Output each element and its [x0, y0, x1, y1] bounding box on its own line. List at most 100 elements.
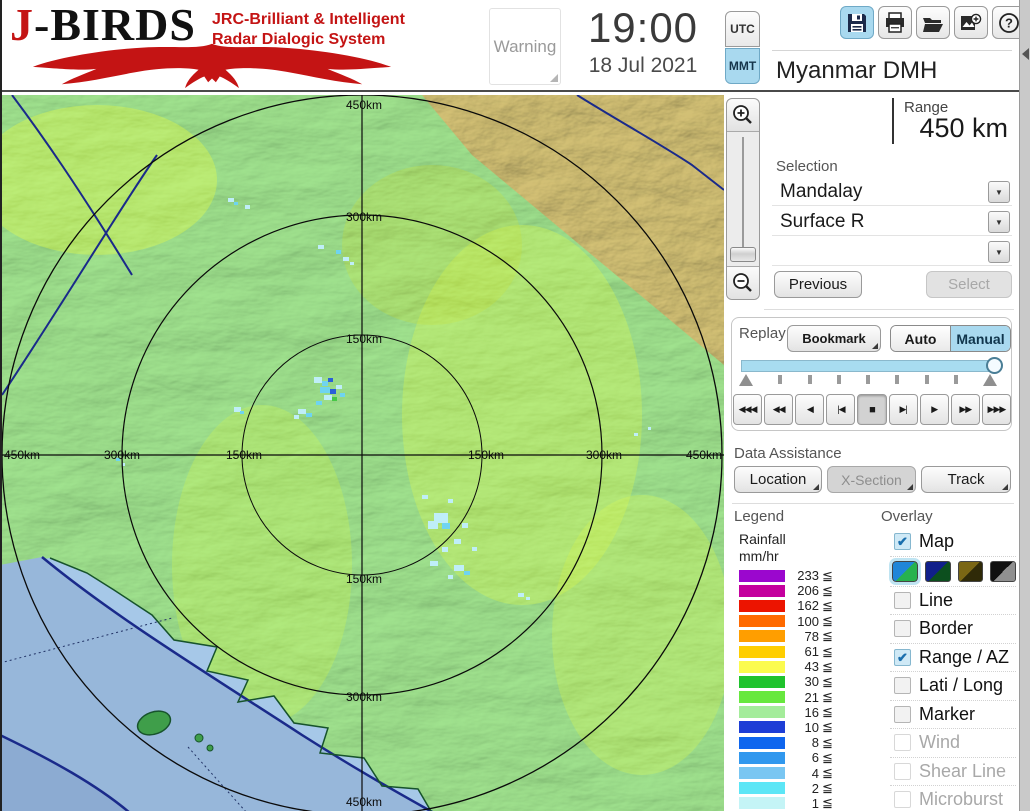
svg-text:150km: 150km [468, 448, 504, 462]
bookmark-button[interactable]: Bookmark [787, 325, 881, 352]
checkbox[interactable] [894, 677, 911, 694]
product-dropdown[interactable]: Surface R ▼ [772, 209, 1012, 236]
checkbox-checked[interactable]: ✔ [894, 649, 911, 666]
product-dropdown-value: Surface R [780, 211, 864, 233]
map-style-4[interactable] [990, 561, 1016, 582]
legend-operator: ≦ [822, 780, 833, 796]
zoom-out-icon [731, 271, 755, 295]
legend-value: 30 [791, 674, 819, 689]
overlay-item-map[interactable]: ✔ Map [890, 528, 1016, 557]
overlay-item-border[interactable]: Border [890, 615, 1016, 644]
legend-entry: 4≦ [739, 765, 859, 780]
checkbox[interactable] [894, 592, 911, 609]
playback-forward-triple-button[interactable]: ▶▶▶ [982, 394, 1011, 425]
track-button[interactable]: Track [921, 466, 1011, 493]
checkbox-checked[interactable]: ✔ [894, 533, 911, 550]
map-style-1[interactable] [892, 561, 918, 582]
zoom-slider-handle[interactable] [730, 247, 756, 262]
legend-operator: ≦ [822, 674, 833, 690]
legend-value: 100 [791, 614, 819, 629]
site-dropdown[interactable]: Mandalay ▼ [772, 179, 1012, 206]
legend-swatch [739, 570, 785, 582]
legend-operator: ≦ [822, 765, 833, 781]
legend-entry: 233≦ [739, 568, 859, 583]
add-image-button[interactable] [954, 6, 988, 39]
open-folder-icon [921, 12, 945, 34]
map-style-3[interactable] [958, 561, 984, 582]
select-button[interactable]: Select [926, 271, 1012, 298]
location-button[interactable]: Location [734, 466, 822, 493]
manual-mode-button[interactable]: Manual [950, 326, 1010, 351]
radar-map[interactable]: 450km300km150km150km300km450km450km300km… [2, 95, 724, 811]
slider-tick [866, 375, 870, 384]
mmt-toggle-button[interactable]: MMT [725, 48, 760, 84]
panel-edge-strip[interactable] [1019, 0, 1030, 811]
overlay-item-label: Map [919, 531, 954, 552]
legend-entry: 162≦ [739, 598, 859, 613]
overlay-item-line[interactable]: Line [890, 587, 1016, 616]
divider [764, 309, 1014, 310]
legend-operator: ≦ [822, 735, 833, 751]
zoom-out-button[interactable] [727, 266, 759, 299]
svg-text:150km: 150km [346, 572, 382, 586]
legend-value: 162 [791, 598, 819, 613]
map-style-2[interactable] [925, 561, 951, 582]
overlay-item-marker[interactable]: Marker [890, 701, 1016, 730]
legend-value: 21 [791, 690, 819, 705]
option-dropdown[interactable]: ▼ [772, 239, 1012, 266]
track-label: Track [948, 471, 985, 488]
playback-rewind-double-button[interactable]: ◀◀ [764, 394, 793, 425]
legend-entry: 10≦ [739, 720, 859, 735]
checkbox[interactable] [894, 620, 911, 637]
playback-rewind-triple-button[interactable]: ◀◀◀ [733, 394, 762, 425]
legend-entry: 100≦ [739, 614, 859, 629]
replay-slider-handle[interactable] [986, 357, 1003, 374]
zoom-slider-track[interactable] [742, 137, 744, 259]
open-folder-button[interactable] [916, 6, 950, 39]
chevron-down-icon[interactable]: ▼ [988, 181, 1010, 203]
legend-value: 10 [791, 720, 819, 735]
slider-tick [778, 375, 782, 384]
playback-forward-double-button[interactable]: ▶▶ [951, 394, 980, 425]
save-button[interactable] [840, 6, 874, 39]
overlay-item-lati-long[interactable]: Lati / Long [890, 672, 1016, 701]
legend-swatch [739, 615, 785, 627]
legend-swatch [739, 706, 785, 718]
checkbox[interactable] [894, 763, 911, 780]
auto-mode-button[interactable]: Auto [891, 326, 950, 351]
playback-play-button[interactable]: ▶ [920, 394, 949, 425]
station-title-box: Myanmar DMH [772, 50, 1012, 90]
chevron-down-icon[interactable]: ▼ [988, 241, 1010, 263]
slider-tick [895, 375, 899, 384]
playback-stop-button[interactable]: ■ [857, 394, 886, 425]
previous-button[interactable]: Previous [774, 271, 862, 298]
legend-entry: 78≦ [739, 629, 859, 644]
overlay-item-range-az[interactable]: ✔Range / AZ [890, 644, 1016, 673]
checkbox[interactable] [894, 706, 911, 723]
zoom-in-button[interactable] [727, 99, 759, 132]
legend-swatch [739, 752, 785, 764]
chevron-down-icon[interactable]: ▼ [988, 211, 1010, 233]
overlay-item-shear-line: Shear Line [890, 758, 1016, 787]
playback-play-reverse-button[interactable]: ◀ [795, 394, 824, 425]
warning-button[interactable]: Warning [489, 8, 561, 85]
range-display: Range 450 km [772, 95, 1012, 147]
overlay-item-label: Line [919, 590, 953, 611]
checkbox[interactable] [894, 734, 911, 751]
overlay-item-label: Microburst [919, 789, 1003, 810]
utc-toggle-button[interactable]: UTC [725, 11, 760, 47]
playback-step-last-button[interactable]: ▶| [889, 394, 918, 425]
overlay-item-label: Lati / Long [919, 675, 1003, 696]
checkbox[interactable] [894, 791, 911, 808]
legend-entry: 43≦ [739, 659, 859, 674]
legend-swatch [739, 585, 785, 597]
replay-timeline-slider[interactable] [741, 360, 995, 372]
slider-tick [954, 375, 958, 384]
playback-step-first-button[interactable]: |◀ [826, 394, 855, 425]
svg-text:450km: 450km [346, 98, 382, 112]
x-section-button[interactable]: X-Section [827, 466, 916, 493]
legend-swatch [739, 691, 785, 703]
svg-text:450km: 450km [686, 448, 722, 462]
range-divider [892, 98, 894, 144]
print-button[interactable] [878, 6, 912, 39]
